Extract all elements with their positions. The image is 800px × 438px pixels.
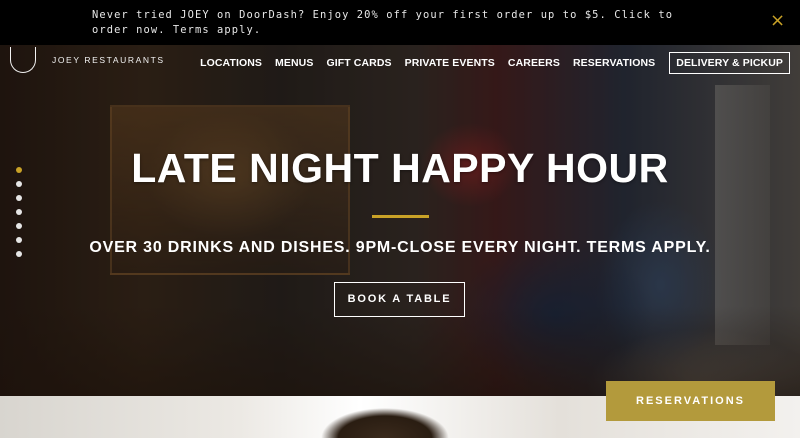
hero-headline: LATE NIGHT HAPPY HOUR (131, 145, 669, 191)
nav-careers[interactable]: CAREERS (508, 57, 560, 69)
slide-dot-5[interactable] (16, 223, 22, 229)
hero-section: JOEY RESTAURANTS LOCATIONS MENUS GIFT CA… (0, 45, 800, 396)
nav-locations[interactable]: LOCATIONS (200, 57, 262, 69)
slide-dot-3[interactable] (16, 195, 22, 201)
promo-banner[interactable]: Never tried JOEY on DoorDash? Enjoy 20% … (0, 0, 800, 45)
hero-subheadline: OVER 30 DRINKS AND DISHES. 9PM-CLOSE EVE… (89, 239, 711, 256)
book-a-table-button[interactable]: BOOK A TABLE (334, 282, 465, 317)
hero-overlay (0, 45, 800, 396)
brand-name: JOEY RESTAURANTS (52, 55, 165, 65)
brand-logo[interactable]: JOEY RESTAURANTS (10, 47, 165, 73)
close-icon[interactable]: × (770, 12, 786, 30)
headline-divider (372, 215, 429, 218)
next-section-photo-subject (300, 396, 470, 438)
promo-text[interactable]: Never tried JOEY on DoorDash? Enjoy 20% … (92, 9, 673, 36)
nav-reservations[interactable]: RESERVATIONS (573, 57, 655, 69)
joey-logo-icon (10, 47, 36, 73)
floating-reservations-button[interactable]: RESERVATIONS (606, 381, 775, 421)
nav-menus[interactable]: MENUS (275, 57, 313, 69)
nav-private-events[interactable]: PRIVATE EVENTS (405, 57, 495, 69)
main-nav: LOCATIONS MENUS GIFT CARDS PRIVATE EVENT… (187, 52, 790, 74)
slide-dot-4[interactable] (16, 209, 22, 215)
delivery-pickup-button[interactable]: DELIVERY & PICKUP (669, 52, 790, 74)
nav-gift-cards[interactable]: GIFT CARDS (326, 57, 391, 69)
